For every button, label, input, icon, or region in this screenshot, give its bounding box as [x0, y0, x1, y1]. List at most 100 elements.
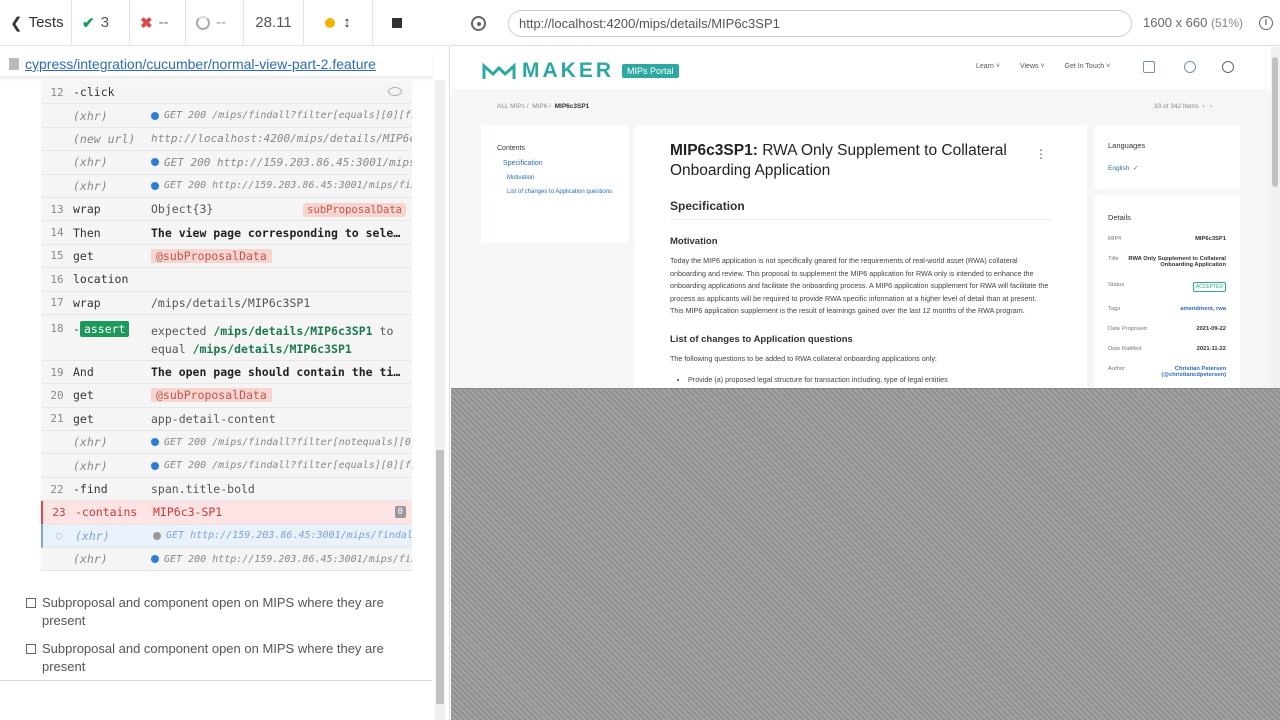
command-row[interactable]: 15 get @subProposalData: [41, 244, 412, 269]
alias-tag: @subProposalData: [151, 248, 272, 263]
command-message: GET 200 http://159.203.86.45:3001/mips/f…: [151, 180, 412, 191]
scrollbar-thumb[interactable]: [436, 450, 444, 704]
language-option[interactable]: English ✓: [1108, 164, 1226, 172]
section-list-of-changes: List of changes to Application questions: [670, 333, 853, 345]
command-name: get: [73, 411, 94, 426]
stop-button[interactable]: [373, 0, 421, 46]
detail-value[interactable]: amendment, rwa: [1180, 306, 1226, 312]
detail-value: RWA Only Supplement to Collateral Onboar…: [1128, 256, 1226, 268]
maker-logo[interactable]: MAKER MIPs Portal: [482, 59, 679, 83]
command-message: The view page corresponding to selected: [151, 225, 412, 240]
url-display[interactable]: http://localhost:4200/mips/details/MIP6c…: [508, 10, 1132, 37]
status-dot-icon: [151, 461, 159, 470]
command-row[interactable]: (xhr) GET 200 http://159.203.86.45:3001/…: [41, 548, 412, 572]
nav-learn[interactable]: Learn ˅: [976, 63, 1000, 70]
command-number: 20: [50, 388, 64, 402]
reporter-scrollbar[interactable]: [435, 80, 445, 720]
scrollbar-thumb[interactable]: [1272, 57, 1278, 187]
command-row[interactable]: (xhr) GET 200 /mips/findall?filter[equal…: [41, 454, 412, 478]
assert-row[interactable]: 18 - assert expected /mips/details/MIP6c3…: [41, 314, 412, 361]
command-name: (xhr): [73, 435, 108, 450]
moon-icon[interactable]: [1222, 61, 1234, 73]
nav-get-in-touch[interactable]: Get In Touch ˅: [1065, 63, 1111, 70]
command-row[interactable]: 13 wrap Object{3} subProposalData: [41, 197, 412, 222]
nav-views[interactable]: Views ˅: [1020, 63, 1045, 70]
command-message: GET 200 http://159.203.86.45:3001/mips/f…: [151, 554, 412, 565]
test-item[interactable]: Subproposal and component open on MIPS w…: [26, 640, 416, 676]
edit-icon[interactable]: [1143, 61, 1155, 73]
cypress-runner: ❮ Tests ✔ 3 ✖ -- -- 28.11 ↕ cypress/inte…: [0, 0, 1280, 720]
command-row[interactable]: 20 get @subProposalData: [41, 384, 412, 408]
command-name: -find: [73, 482, 108, 497]
status-dot-icon: [151, 111, 159, 120]
detail-row: Date Ratified 2021-11-22: [1108, 346, 1226, 352]
spec-path[interactable]: cypress/integration/cucumber/normal-view…: [0, 52, 432, 76]
command-row[interactable]: (xhr) GET 200 /mips/findall?filter[noteq…: [41, 431, 412, 455]
info-icon[interactable]: i: [1259, 16, 1273, 30]
mip-content: MIP6c3SP1: RWA Only Supplement to Collat…: [634, 125, 1087, 388]
toc-title: Contents: [497, 145, 526, 152]
pending-count: --: [186, 0, 244, 46]
viewport-info[interactable]: 1600 x 660 (51%): [1143, 15, 1243, 30]
command-row[interactable]: 12 -click: [41, 81, 412, 105]
assert-tag: assert: [79, 320, 130, 337]
maker-m-icon: [482, 62, 516, 79]
command-message: @subProposalData: [151, 248, 412, 263]
more-options-icon[interactable]: ⋮: [1035, 147, 1047, 161]
chevron-left-icon[interactable]: ‹: [1201, 103, 1207, 110]
auto-scroll-toggle[interactable]: ↕: [304, 0, 373, 46]
page-title: MIP6c3SP1: RWA Only Supplement to Collat…: [670, 141, 1051, 181]
detail-value[interactable]: Christian Petersen (@christiancdpetersen…: [1156, 366, 1226, 378]
command-row[interactable]: 14 Then The view page corresponding to s…: [41, 221, 412, 245]
command-row[interactable]: 21 get app-detail-content: [41, 407, 412, 432]
toc-item-motivation[interactable]: Motivation: [497, 175, 613, 181]
command-row[interactable]: 19 And The open page should contain the …: [41, 360, 412, 385]
globe-icon[interactable]: [1184, 61, 1196, 73]
command-row-failed[interactable]: 23 -contains MIP6c3-SP1 0: [41, 501, 412, 525]
chevron-right-icon[interactable]: ›: [1208, 103, 1212, 110]
test-title: Subproposal and component open on MIPS w…: [42, 595, 384, 628]
viewport-scale: (51%): [1210, 16, 1243, 30]
passed-value: 3: [100, 14, 109, 31]
spec-path-text: cypress/integration/cucumber/normal-view…: [25, 56, 376, 72]
command-message-text: GET http://159.203.86.45:3001/mips/finda…: [166, 530, 412, 542]
command-name: - assert: [73, 320, 151, 337]
command-number: 17: [50, 296, 64, 310]
test-item[interactable]: Subproposal and component open on MIPS w…: [26, 594, 416, 630]
nav-label: Learn: [976, 63, 994, 70]
command-message: @subProposalData: [151, 388, 412, 403]
command-name: wrap: [73, 202, 101, 217]
command-name: wrap: [73, 295, 101, 310]
command-row[interactable]: 22 -find span.title-bold: [41, 477, 412, 502]
command-row[interactable]: (xhr) GET 200 /mips/findall?filter[equal…: [41, 104, 412, 128]
toc-item-list-of-changes[interactable]: List of changes to Application questions: [497, 189, 613, 195]
assert-message: expected /mips/details/MIP6c3SP1 to equa…: [151, 322, 412, 358]
command-row[interactable]: (xhr) GET 200 http://159.203.86.45:3001/…: [41, 151, 412, 175]
command-message: GET http://159.203.86.45:3001/mips/finda…: [153, 530, 412, 541]
detail-key: Title: [1108, 256, 1119, 262]
command-message-text: GET 200 /mips/findall?filter[equals][0][…: [164, 110, 412, 122]
command-row-pending[interactable]: ◌ (xhr) GET http://159.203.86.45:3001/mi…: [41, 524, 412, 549]
assert-value: /mips/details/MIP6c3SP1: [213, 323, 373, 338]
detail-key: Date Proposed: [1108, 326, 1147, 332]
command-row[interactable]: (xhr) GET 200 http://159.203.86.45:3001/…: [41, 174, 412, 198]
app-scrollbar[interactable]: [1271, 47, 1280, 388]
check-icon: ✓: [1131, 165, 1139, 172]
aut-panel: http://localhost:4200/mips/details/MIP6c…: [451, 0, 1280, 720]
breadcrumb-all[interactable]: ALL MIPs /: [497, 103, 529, 110]
tests-button[interactable]: ❮ Tests: [0, 0, 72, 46]
selector-playground-icon[interactable]: [471, 16, 486, 31]
command-row[interactable]: 16 location: [41, 268, 412, 292]
breadcrumb-mip6[interactable]: MIP6 /: [532, 103, 551, 110]
command-name: (xhr): [73, 458, 108, 473]
spinner-icon: ◌: [55, 529, 63, 543]
command-message: The open page should contain the title: [151, 365, 412, 380]
alias-badge: subProposalData: [303, 202, 406, 217]
toc-item-specification[interactable]: Specification: [497, 160, 613, 167]
command-message-text: GET 200 /mips/findall?filter[notequals][…: [164, 436, 412, 448]
command-message-text: GET 200 http://159.203.86.45:3001/mips/: [164, 155, 412, 169]
command-row[interactable]: 17 wrap /mips/details/MIP6c3SP1: [41, 291, 412, 315]
command-message: MIP6c3-SP1: [153, 505, 223, 520]
detail-row: Date Proposed 2021-09-22: [1108, 326, 1226, 332]
command-row[interactable]: (new url) http://localhost:4200/mips/det…: [41, 127, 412, 152]
